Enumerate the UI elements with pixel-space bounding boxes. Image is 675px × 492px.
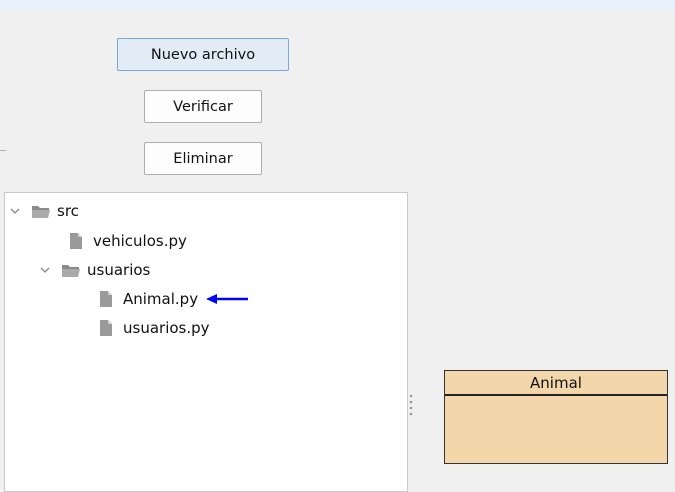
folder-open-icon: [62, 265, 80, 277]
folder-open-icon: [32, 206, 50, 218]
tree-item-usuarios-file[interactable]: usuarios.py: [99, 314, 210, 342]
uml-class-box[interactable]: Animal: [444, 370, 668, 464]
tree-item-src[interactable]: src: [9, 197, 79, 225]
tree-item-label: Animal.py: [123, 290, 199, 308]
arrow-left-icon: [206, 294, 249, 304]
panel-edge-mark: [0, 150, 6, 151]
splitter-handle[interactable]: [409, 393, 413, 417]
delete-button[interactable]: Eliminar: [144, 142, 262, 175]
tree-item-label: vehiculos.py: [93, 232, 187, 250]
file-icon: [100, 320, 112, 336]
file-icon: [100, 291, 112, 307]
uml-class-name: Animal: [445, 371, 667, 396]
tree-item-label: src: [57, 202, 79, 220]
file-icon: [70, 233, 82, 249]
tree-item-label: usuarios.py: [123, 319, 210, 337]
tree-item-label: usuarios: [87, 261, 151, 279]
chevron-down-icon[interactable]: [9, 205, 21, 217]
tree-item-animal[interactable]: Animal.py: [99, 285, 250, 313]
top-band: [0, 0, 675, 10]
file-tree[interactable]: src vehiculos.py usuarios Animal.py usua: [4, 192, 408, 492]
chevron-down-icon[interactable]: [39, 264, 51, 276]
verify-button[interactable]: Verificar: [144, 90, 262, 123]
tree-item-usuarios-folder[interactable]: usuarios: [39, 256, 150, 284]
new-file-button[interactable]: Nuevo archivo: [117, 38, 289, 71]
tree-item-vehiculos[interactable]: vehiculos.py: [69, 227, 187, 255]
